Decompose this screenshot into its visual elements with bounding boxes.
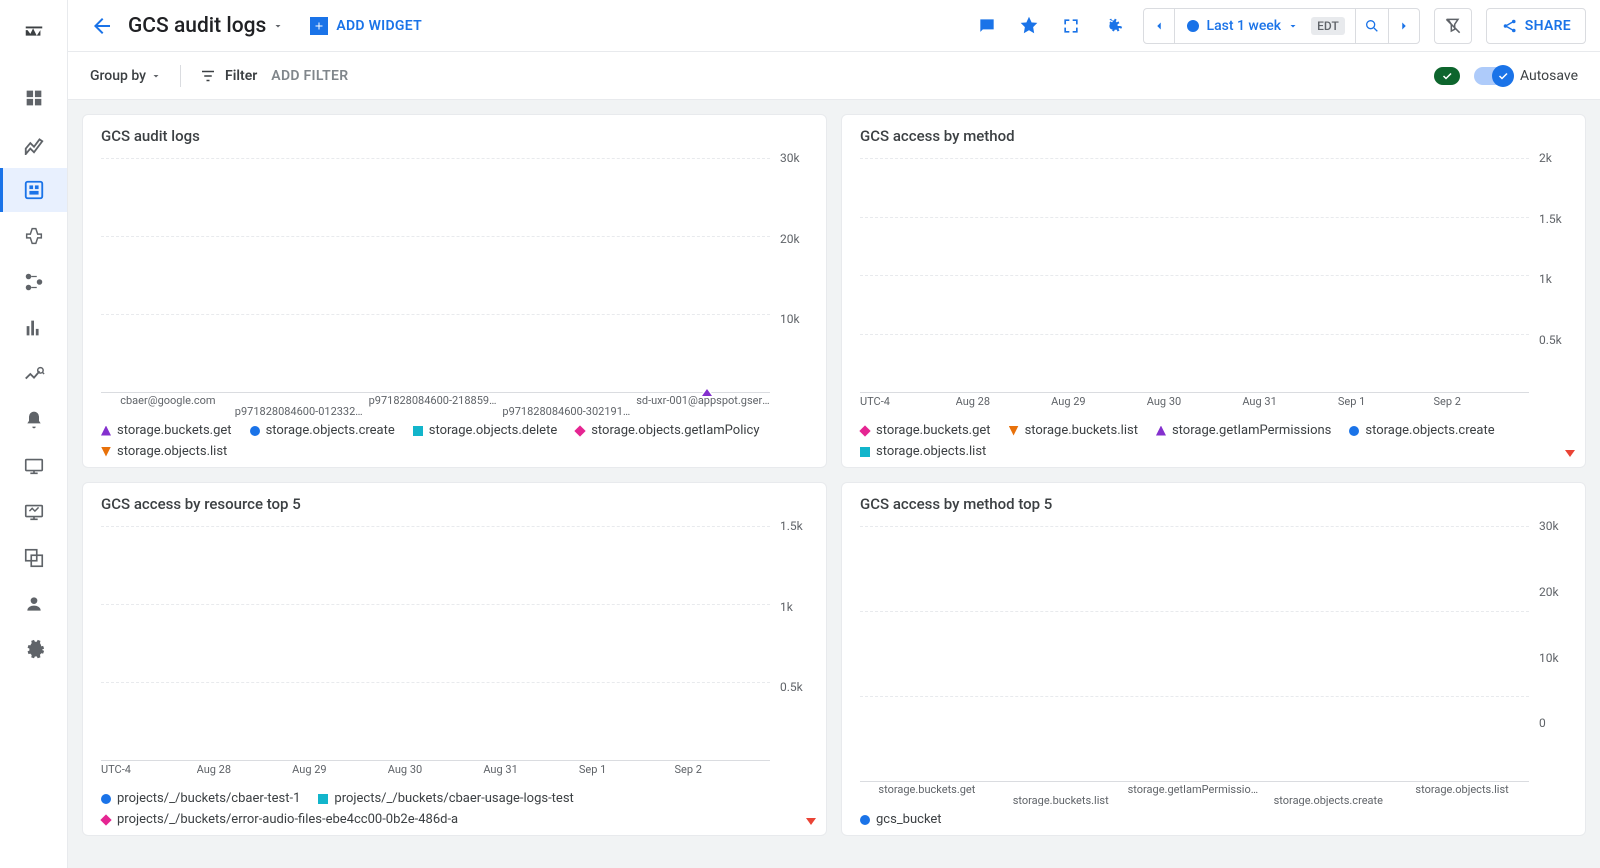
nav-permissions[interactable] bbox=[0, 582, 67, 626]
autosave-label: Autosave bbox=[1520, 68, 1578, 84]
nav-overview[interactable] bbox=[0, 76, 67, 120]
share-button[interactable]: SHARE bbox=[1486, 8, 1586, 44]
legend-item[interactable]: projects/_/buckets/error-audio-files-ebe… bbox=[101, 812, 458, 827]
time-range-picker: Last 1 week EDT bbox=[1143, 8, 1420, 44]
timezone-badge: EDT bbox=[1311, 17, 1345, 35]
nav-synthetic[interactable] bbox=[0, 490, 67, 534]
topbar: GCS audit logs ADD WIDGET Last 1 week ED… bbox=[68, 0, 1600, 52]
legend-item[interactable]: storage.buckets.get bbox=[101, 423, 232, 438]
filter-label: Filter bbox=[225, 68, 257, 84]
legend-item[interactable]: storage.objects.getIamPolicy bbox=[575, 423, 759, 438]
legend-item[interactable]: projects/_/buckets/cbaer-usage-logs-test bbox=[318, 791, 573, 806]
nav-alerting[interactable] bbox=[0, 398, 67, 442]
card-title: GCS access by resource top 5 bbox=[101, 495, 814, 513]
nav-groups[interactable] bbox=[0, 536, 67, 580]
group-by-label: Group by bbox=[90, 68, 146, 84]
legend-item[interactable]: storage.getIamPermissions bbox=[1156, 423, 1331, 438]
dashboard-title-dropdown[interactable]: GCS audit logs bbox=[128, 14, 284, 38]
legend-item[interactable]: storage.buckets.list bbox=[1009, 423, 1138, 438]
legend-item[interactable]: gcs_bucket bbox=[860, 812, 942, 827]
nav-metrics[interactable] bbox=[0, 122, 67, 166]
legend-item[interactable]: projects/_/buckets/cbaer-test-1 bbox=[101, 791, 300, 806]
clock-icon bbox=[1185, 18, 1201, 34]
legend-item[interactable]: storage.objects.delete bbox=[413, 423, 557, 438]
dashboard-title: GCS audit logs bbox=[128, 14, 266, 38]
nav-slo[interactable] bbox=[0, 306, 67, 350]
time-range-prev[interactable] bbox=[1144, 9, 1175, 43]
feedback-button[interactable] bbox=[969, 8, 1005, 44]
star-button[interactable] bbox=[1011, 8, 1047, 44]
chart-card-access-method-top5: GCS access by method top 5 30k20k10k0 st… bbox=[841, 482, 1586, 836]
chevron-down-icon bbox=[1287, 20, 1299, 32]
nav-integrations[interactable] bbox=[0, 214, 67, 258]
legend-item[interactable]: storage.objects.list bbox=[101, 444, 227, 459]
reset-filters-button[interactable] bbox=[1434, 8, 1472, 44]
card-title: GCS access by method bbox=[860, 127, 1573, 145]
legend-item[interactable]: storage.objects.create bbox=[1349, 423, 1494, 438]
subbar: Group by Filter ADD FILTER Autosave bbox=[68, 52, 1600, 100]
time-range-dropdown[interactable]: Last 1 week EDT bbox=[1175, 9, 1356, 43]
add-widget-label: ADD WIDGET bbox=[336, 18, 422, 34]
status-saved-icon bbox=[1434, 67, 1460, 85]
group-by-dropdown[interactable]: Group by bbox=[90, 68, 162, 84]
back-button[interactable] bbox=[82, 6, 122, 46]
nav-settings[interactable] bbox=[0, 628, 67, 672]
fullscreen-button[interactable] bbox=[1053, 8, 1089, 44]
time-range-label: Last 1 week bbox=[1207, 18, 1282, 34]
share-icon bbox=[1501, 17, 1519, 35]
legend-item[interactable]: storage.objects.list bbox=[860, 444, 986, 459]
legend-overflow-icon[interactable] bbox=[806, 818, 816, 825]
autosave-toggle[interactable] bbox=[1474, 67, 1512, 85]
legend-item[interactable]: storage.buckets.get bbox=[860, 423, 991, 438]
filter-button[interactable]: Filter bbox=[199, 67, 257, 85]
nav-uptime[interactable] bbox=[0, 444, 67, 488]
chart-card-audit-logs: GCS audit logs 30k20k10k cbaer@google.co… bbox=[82, 114, 827, 468]
legend-overflow-icon[interactable] bbox=[1565, 450, 1575, 457]
time-range-zoom[interactable] bbox=[1356, 9, 1389, 43]
nav-services[interactable] bbox=[0, 260, 67, 304]
chart-card-access-method: GCS access by method 2k1.5k1k0.5k UTC-4A… bbox=[841, 114, 1586, 468]
add-filter-button[interactable]: ADD FILTER bbox=[271, 68, 348, 84]
settings-button[interactable] bbox=[1095, 8, 1131, 44]
card-title: GCS audit logs bbox=[101, 127, 814, 145]
filter-icon bbox=[199, 67, 217, 85]
chart-card-access-resource-top5: GCS access by resource top 5 1.5k1k0.5k … bbox=[82, 482, 827, 836]
plus-icon bbox=[310, 17, 328, 35]
legend-item[interactable]: storage.objects.create bbox=[250, 423, 395, 438]
nav-dashboards[interactable] bbox=[0, 168, 67, 212]
nav-explore[interactable] bbox=[0, 352, 67, 396]
card-title: GCS access by method top 5 bbox=[860, 495, 1573, 513]
chevron-down-icon bbox=[150, 70, 162, 82]
add-widget-button[interactable]: ADD WIDGET bbox=[300, 11, 432, 41]
logo-icon[interactable] bbox=[0, 10, 67, 54]
time-range-next[interactable] bbox=[1389, 9, 1419, 43]
share-label: SHARE bbox=[1525, 18, 1571, 34]
chevron-down-icon bbox=[272, 20, 284, 32]
